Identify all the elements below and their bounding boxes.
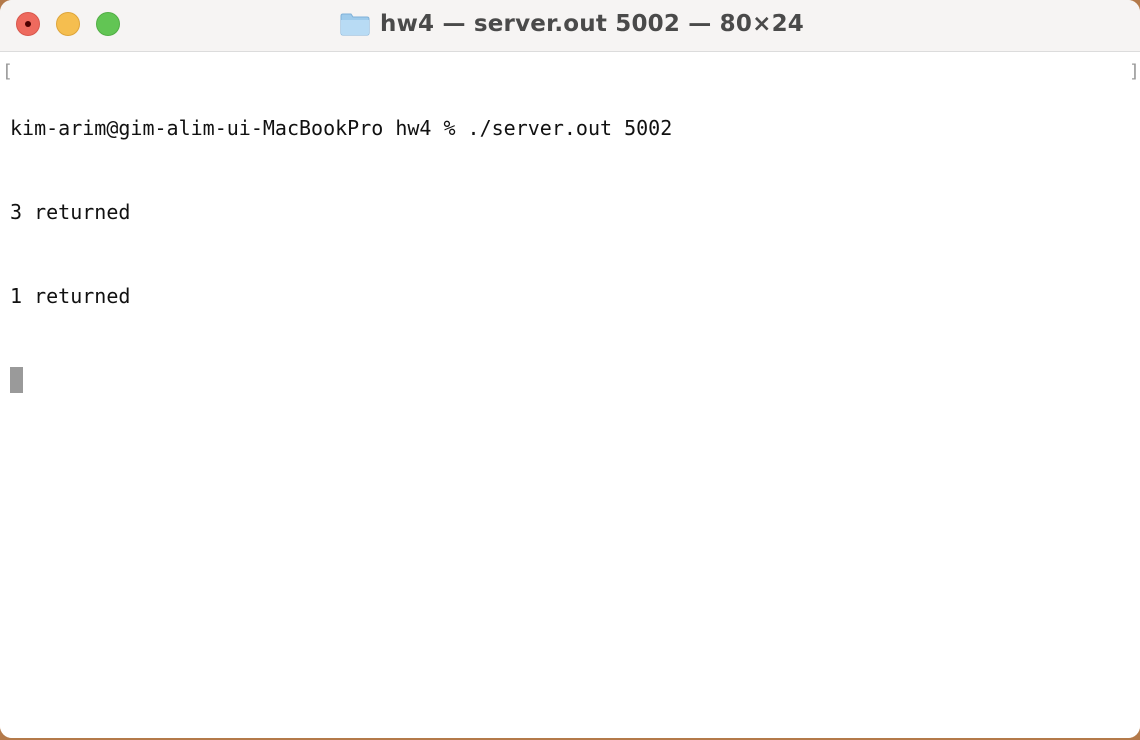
prompt-line: kim-arim@gim-alim-ui-MacBookPro hw4 % ./… (10, 116, 673, 140)
terminal-lines: kim-arim@gim-alim-ui-MacBookPro hw4 % ./… (10, 58, 672, 450)
terminal-output[interactable]: [ ] kim-arim@gim-alim-ui-MacBookPro hw4 … (0, 53, 1140, 738)
output-line: 1 returned (10, 284, 131, 308)
folder-icon (340, 13, 370, 36)
window-title: hw4 — server.out 5002 — 80×24 (380, 11, 804, 37)
cursor-line (10, 366, 672, 394)
terminal-window: hw4 — server.out 5002 — 80×24 [ ] kim-ar… (0, 0, 1140, 738)
text-cursor (10, 367, 23, 393)
window-title-area: hw4 — server.out 5002 — 80×24 (0, 0, 1140, 48)
right-margin-bracket: ] (1129, 61, 1140, 82)
output-line: 3 returned (10, 200, 131, 224)
title-bar[interactable]: hw4 — server.out 5002 — 80×24 (0, 0, 1140, 52)
